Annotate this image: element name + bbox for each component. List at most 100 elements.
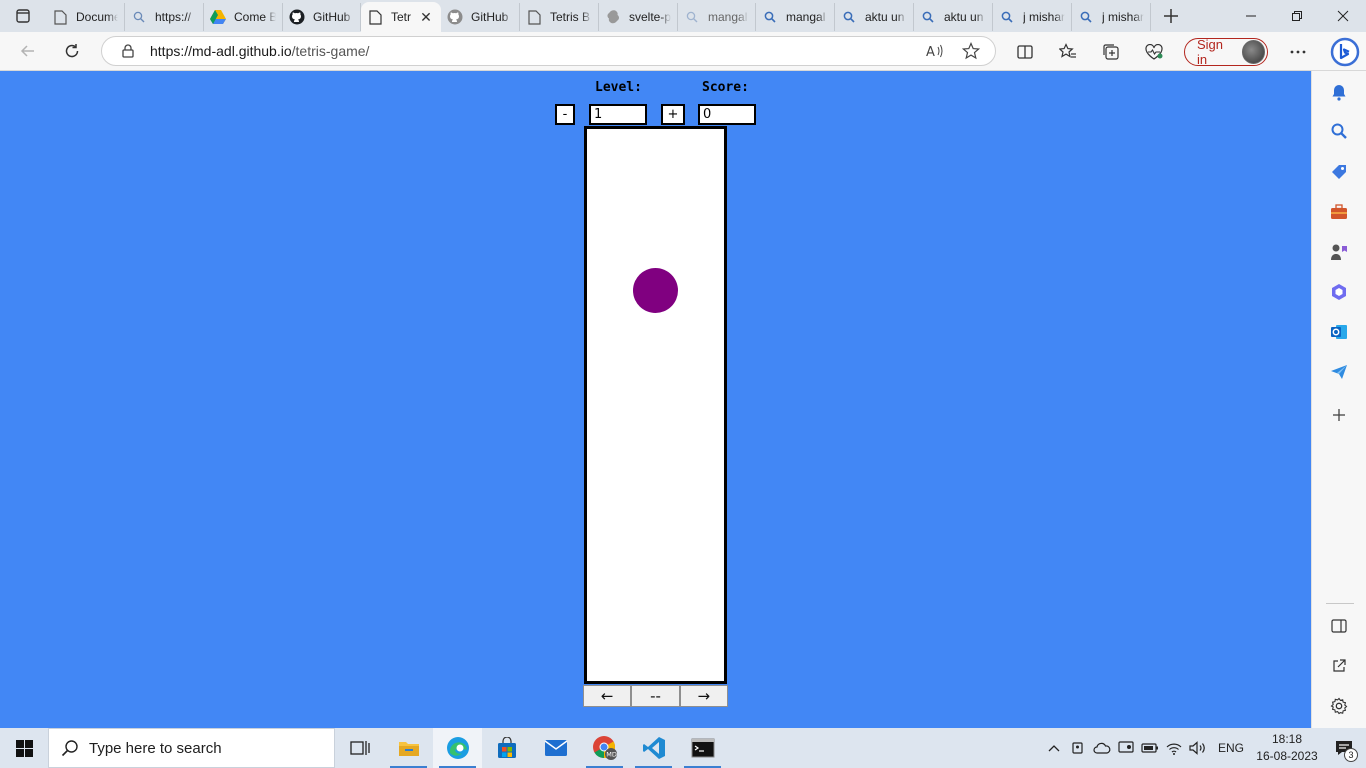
browser-toolbar: Sign in bbox=[1004, 32, 1366, 71]
battery-icon[interactable] bbox=[1138, 728, 1162, 768]
tab-aktu-2[interactable]: aktu un bbox=[914, 3, 993, 31]
tab-url[interactable]: https:// bbox=[125, 3, 204, 31]
add-sidebar-app-icon[interactable] bbox=[1329, 405, 1349, 425]
tab-tetris-b[interactable]: Tetris B bbox=[520, 3, 599, 31]
address-bar[interactable]: https://md-adl.github.io/tetris-game/ A bbox=[101, 36, 996, 66]
task-view-icon bbox=[349, 741, 370, 755]
microsoft365-icon[interactable] bbox=[1329, 282, 1349, 302]
tab-mangal-1[interactable]: mangal bbox=[678, 3, 756, 31]
vscode-icon bbox=[642, 737, 665, 759]
games-icon[interactable] bbox=[1329, 242, 1349, 262]
folder-icon bbox=[398, 742, 419, 756]
tab-github-2[interactable]: GitHub bbox=[441, 3, 520, 31]
tab-tetris-active[interactable]: Tetr ✕ bbox=[361, 2, 441, 32]
tab-label: Docume bbox=[76, 10, 118, 24]
tab-label: Tetris B bbox=[550, 10, 591, 24]
move-left-button[interactable]: ← bbox=[583, 685, 632, 707]
back-button[interactable] bbox=[6, 33, 50, 69]
restore-button[interactable] bbox=[1274, 0, 1320, 32]
minimize-button[interactable] bbox=[1228, 0, 1274, 32]
meet-now-icon[interactable] bbox=[1066, 728, 1090, 768]
close-window-button[interactable] bbox=[1320, 0, 1366, 32]
sign-in-button[interactable]: Sign in bbox=[1183, 37, 1269, 67]
tab-github[interactable]: GitHub bbox=[283, 3, 361, 31]
terminal-icon bbox=[691, 738, 714, 758]
tools-briefcase-icon[interactable] bbox=[1329, 202, 1349, 222]
tab-jmishar-2[interactable]: j mishar bbox=[1072, 3, 1151, 31]
navigation-bar: https://md-adl.github.io/tetris-game/ A … bbox=[0, 32, 1366, 71]
windows-taskbar: Type here to search MD ENG 18:18 16-08-2… bbox=[0, 728, 1366, 768]
search-icon[interactable] bbox=[1329, 121, 1349, 141]
notification-center-button[interactable]: 3 bbox=[1322, 728, 1366, 768]
notifications-bell-icon[interactable] bbox=[1329, 82, 1349, 102]
tab-mangal-2[interactable]: mangal bbox=[756, 3, 835, 31]
bing-chat-button[interactable] bbox=[1323, 34, 1366, 70]
volume-icon[interactable] bbox=[1186, 728, 1210, 768]
start-button[interactable] bbox=[0, 728, 48, 768]
edge-browser-button[interactable] bbox=[433, 728, 482, 768]
tetris-game: Level: Score: - 1 + 0 ← -- → bbox=[0, 71, 1311, 728]
windows-logo-icon bbox=[15, 739, 33, 757]
microsoft-store-button[interactable] bbox=[482, 728, 531, 768]
heart-pulse-icon bbox=[1145, 43, 1164, 60]
drop-button[interactable]: -- bbox=[631, 685, 680, 707]
vscode-button[interactable] bbox=[629, 728, 678, 768]
avatar bbox=[1241, 39, 1266, 64]
arrow-left-icon bbox=[20, 45, 34, 57]
read-aloud-icon[interactable]: A bbox=[917, 43, 953, 59]
url-host: https://md-adl.github.io bbox=[150, 43, 292, 59]
tab-come[interactable]: Come B bbox=[204, 3, 283, 31]
store-icon bbox=[497, 737, 516, 758]
favorites-button[interactable] bbox=[1047, 34, 1090, 70]
drive-icon bbox=[210, 9, 226, 25]
wifi-icon[interactable] bbox=[1162, 728, 1186, 768]
outlook-icon[interactable] bbox=[1329, 322, 1349, 342]
sidebar-settings-gear-icon[interactable] bbox=[1329, 696, 1349, 716]
taskbar-search-box[interactable]: Type here to search bbox=[48, 728, 335, 768]
svg-text:MD: MD bbox=[606, 751, 617, 759]
lock-icon[interactable] bbox=[118, 44, 138, 58]
falling-piece bbox=[633, 268, 678, 313]
tab-svelte[interactable]: svelte-p bbox=[599, 3, 678, 31]
tab-documents[interactable]: Docume bbox=[46, 3, 125, 31]
open-external-icon[interactable] bbox=[1329, 656, 1349, 676]
chrome-button[interactable]: MD bbox=[580, 728, 629, 768]
file-explorer-button[interactable] bbox=[384, 728, 433, 768]
refresh-button[interactable] bbox=[50, 33, 94, 69]
onedrive-cloud-icon[interactable] bbox=[1090, 728, 1114, 768]
tab-aktu-1[interactable]: aktu un bbox=[835, 3, 914, 31]
tab-label: j mishar bbox=[1023, 10, 1065, 24]
settings-more-button[interactable] bbox=[1276, 34, 1319, 70]
input-language[interactable]: ENG bbox=[1218, 741, 1244, 755]
hide-sidebar-icon[interactable] bbox=[1329, 616, 1349, 636]
send-paper-plane-icon[interactable] bbox=[1329, 362, 1349, 382]
mail-button[interactable] bbox=[531, 728, 580, 768]
level-increase-button[interactable]: + bbox=[661, 104, 685, 125]
display-icon[interactable] bbox=[1114, 728, 1138, 768]
collections-button[interactable] bbox=[1090, 34, 1133, 70]
favorite-star-icon[interactable] bbox=[953, 42, 989, 60]
tab-jmishar-1[interactable]: j mishar bbox=[993, 3, 1072, 31]
level-decrease-button[interactable]: - bbox=[555, 104, 575, 125]
close-tab-icon[interactable]: ✕ bbox=[417, 9, 435, 26]
tab-actions-button[interactable] bbox=[0, 0, 46, 32]
tab-label: Tetr bbox=[391, 10, 412, 24]
collections-icon bbox=[1103, 43, 1120, 60]
terminal-button[interactable] bbox=[678, 728, 727, 768]
url-text[interactable]: https://md-adl.github.io/tetris-game/ bbox=[150, 43, 917, 59]
clock[interactable]: 18:18 16-08-2023 bbox=[1252, 731, 1322, 765]
edge-sidebar bbox=[1311, 71, 1366, 728]
new-tab-button[interactable] bbox=[1151, 0, 1191, 32]
search-icon bbox=[61, 740, 78, 757]
close-icon bbox=[1337, 10, 1349, 22]
task-view-button[interactable] bbox=[335, 728, 384, 768]
game-board[interactable] bbox=[584, 126, 727, 684]
system-tray: ENG 18:18 16-08-2023 3 bbox=[1042, 728, 1366, 768]
split-screen-button[interactable] bbox=[1004, 34, 1047, 70]
browser-essentials-button[interactable] bbox=[1133, 34, 1176, 70]
level-field[interactable]: 1 bbox=[589, 104, 647, 125]
move-right-button[interactable]: → bbox=[679, 685, 728, 707]
show-hidden-icons-chevron-icon[interactable] bbox=[1042, 728, 1066, 768]
tab-label: https:// bbox=[155, 10, 192, 24]
shopping-tag-icon[interactable] bbox=[1329, 162, 1349, 182]
